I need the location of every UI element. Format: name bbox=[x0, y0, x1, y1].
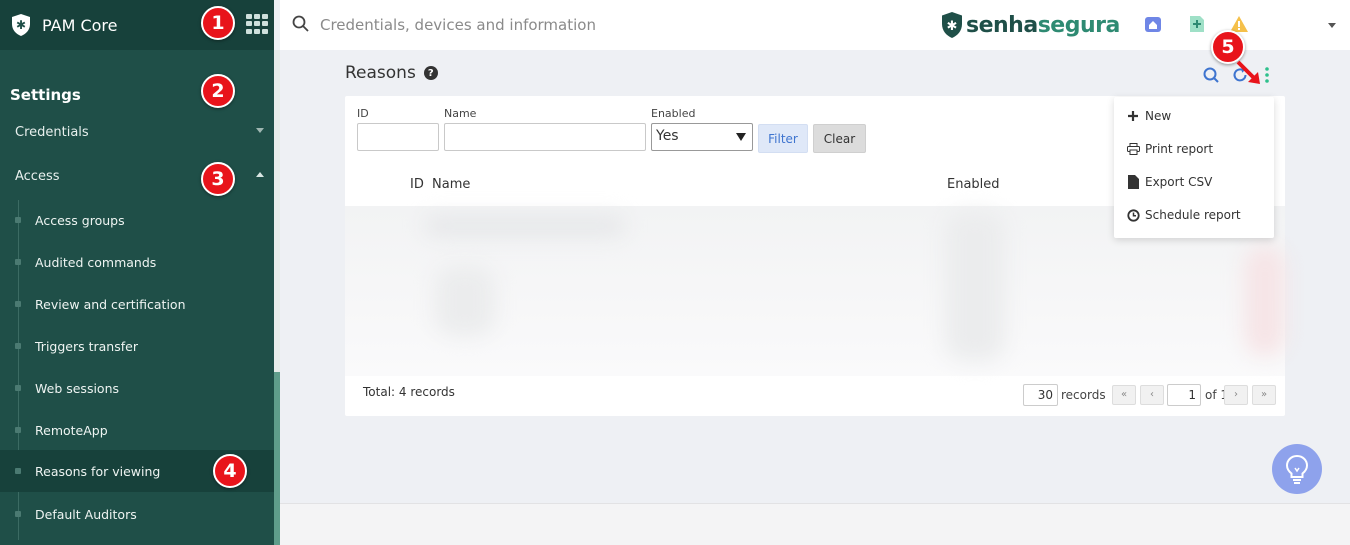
sidebar-section-label: Credentials bbox=[15, 124, 89, 140]
home-icon[interactable] bbox=[1143, 14, 1163, 34]
sidebar-item-label: Audited commands bbox=[35, 254, 157, 270]
column-header-id[interactable]: ID bbox=[410, 177, 424, 192]
filter-id-input[interactable] bbox=[357, 123, 439, 151]
sidebar-section-credentials[interactable]: Credentials bbox=[0, 114, 274, 150]
column-header-enabled[interactable]: Enabled bbox=[947, 177, 1000, 192]
top-bar: ✱ senhasegura bbox=[280, 0, 1350, 50]
apps-grid-icon[interactable] bbox=[246, 14, 268, 34]
total-records: Total: 4 records bbox=[363, 385, 455, 399]
filter-name-input[interactable] bbox=[444, 123, 646, 151]
bullet-icon bbox=[15, 511, 21, 517]
records-label: records bbox=[1061, 388, 1106, 402]
sidebar-heading-settings: Settings bbox=[10, 86, 81, 104]
sidebar-item-review-certification[interactable]: Review and certification bbox=[0, 289, 274, 319]
page-number-input[interactable]: 1 bbox=[1167, 384, 1201, 406]
footer-bar bbox=[280, 503, 1350, 545]
bullet-icon bbox=[15, 217, 21, 223]
callout-badge-3: 3 bbox=[201, 162, 235, 196]
menu-item-schedule-report[interactable]: Schedule report bbox=[1126, 206, 1241, 224]
filter-enabled-select[interactable]: Yes bbox=[651, 123, 753, 151]
bullet-icon bbox=[15, 301, 21, 307]
shield-brand-icon: ✱ bbox=[942, 12, 962, 38]
chevron-down-icon bbox=[256, 128, 264, 133]
sidebar-item-label: Web sessions bbox=[35, 380, 120, 396]
user-menu-caret-icon[interactable] bbox=[1328, 23, 1336, 28]
callout-badge-4: 4 bbox=[213, 454, 247, 488]
callout-badge-2: 2 bbox=[201, 74, 235, 108]
filter-id-label: ID bbox=[357, 107, 369, 120]
records-per-page-input[interactable]: 30 bbox=[1023, 384, 1058, 406]
sidebar-item-label: Default Auditors bbox=[35, 506, 137, 522]
sidebar-section-label: Access bbox=[15, 168, 60, 184]
sidebar-item-remoteapp[interactable]: RemoteApp bbox=[0, 415, 274, 445]
svg-text:✱: ✱ bbox=[947, 19, 958, 34]
filter-button[interactable]: Filter bbox=[758, 124, 808, 153]
app-title[interactable]: PAM Core bbox=[42, 16, 118, 35]
help-icon[interactable]: ? bbox=[423, 66, 438, 80]
bullet-icon bbox=[15, 427, 21, 433]
bullet-icon bbox=[15, 385, 21, 391]
tips-bulb-button[interactable] bbox=[1272, 444, 1322, 494]
bullet-icon bbox=[15, 343, 21, 349]
page-title: Reasons ? bbox=[345, 63, 438, 83]
sidebar-item-default-auditors[interactable]: Default Auditors bbox=[0, 499, 274, 529]
search-icon[interactable] bbox=[292, 15, 309, 32]
next-page-button[interactable]: › bbox=[1224, 385, 1248, 405]
sidebar-item-access-groups[interactable]: Access groups bbox=[0, 205, 274, 235]
callout-badge-1: 1 bbox=[201, 6, 235, 40]
clear-button[interactable]: Clear bbox=[813, 124, 866, 153]
sidebar-item-triggers-transfer[interactable]: Triggers transfer bbox=[0, 331, 274, 361]
add-document-icon[interactable] bbox=[1187, 14, 1207, 34]
menu-item-export-csv[interactable]: Export CSV bbox=[1126, 173, 1212, 191]
brand-text: senhasegura bbox=[966, 12, 1120, 38]
callout-arrow-icon bbox=[1236, 60, 1260, 84]
filter-name-label: Name bbox=[444, 107, 477, 120]
actions-menu: New Print report Export CSV Schedule rep… bbox=[1114, 97, 1274, 238]
dropdown-arrow-icon bbox=[736, 133, 746, 141]
file-icon bbox=[1126, 175, 1140, 189]
chevron-up-icon bbox=[256, 172, 264, 177]
sidebar-item-label: Review and certification bbox=[35, 296, 186, 312]
last-page-button[interactable]: » bbox=[1252, 385, 1276, 405]
filter-enabled-label: Enabled bbox=[651, 107, 696, 120]
plus-icon bbox=[1126, 109, 1140, 123]
brand-logo: ✱ senhasegura bbox=[940, 9, 1120, 41]
sidebar-item-label: Access groups bbox=[35, 212, 125, 228]
svg-text:✱: ✱ bbox=[16, 18, 26, 32]
sidebar-item-label: Reasons for viewing bbox=[35, 463, 161, 479]
sidebar-item-label: Triggers transfer bbox=[35, 338, 138, 354]
lightbulb-icon bbox=[1285, 454, 1309, 484]
sidebar-item-label: RemoteApp bbox=[35, 422, 108, 438]
first-page-button[interactable]: « bbox=[1112, 385, 1136, 405]
prev-page-button[interactable]: ‹ bbox=[1140, 385, 1164, 405]
bullet-icon bbox=[15, 259, 21, 265]
sidebar-item-web-sessions[interactable]: Web sessions bbox=[0, 373, 274, 403]
menu-item-new[interactable]: New bbox=[1126, 107, 1171, 125]
shield-logo-icon: ✱ bbox=[10, 13, 32, 37]
sidebar-item-audited-commands[interactable]: Audited commands bbox=[0, 247, 274, 277]
clock-icon bbox=[1126, 208, 1140, 222]
global-search-input[interactable] bbox=[320, 12, 820, 38]
search-toggle-icon[interactable] bbox=[1202, 66, 1220, 84]
column-header-name[interactable]: Name bbox=[432, 177, 470, 192]
printer-icon bbox=[1126, 142, 1140, 156]
bullet-icon bbox=[15, 468, 21, 474]
menu-item-print-report[interactable]: Print report bbox=[1126, 140, 1213, 158]
